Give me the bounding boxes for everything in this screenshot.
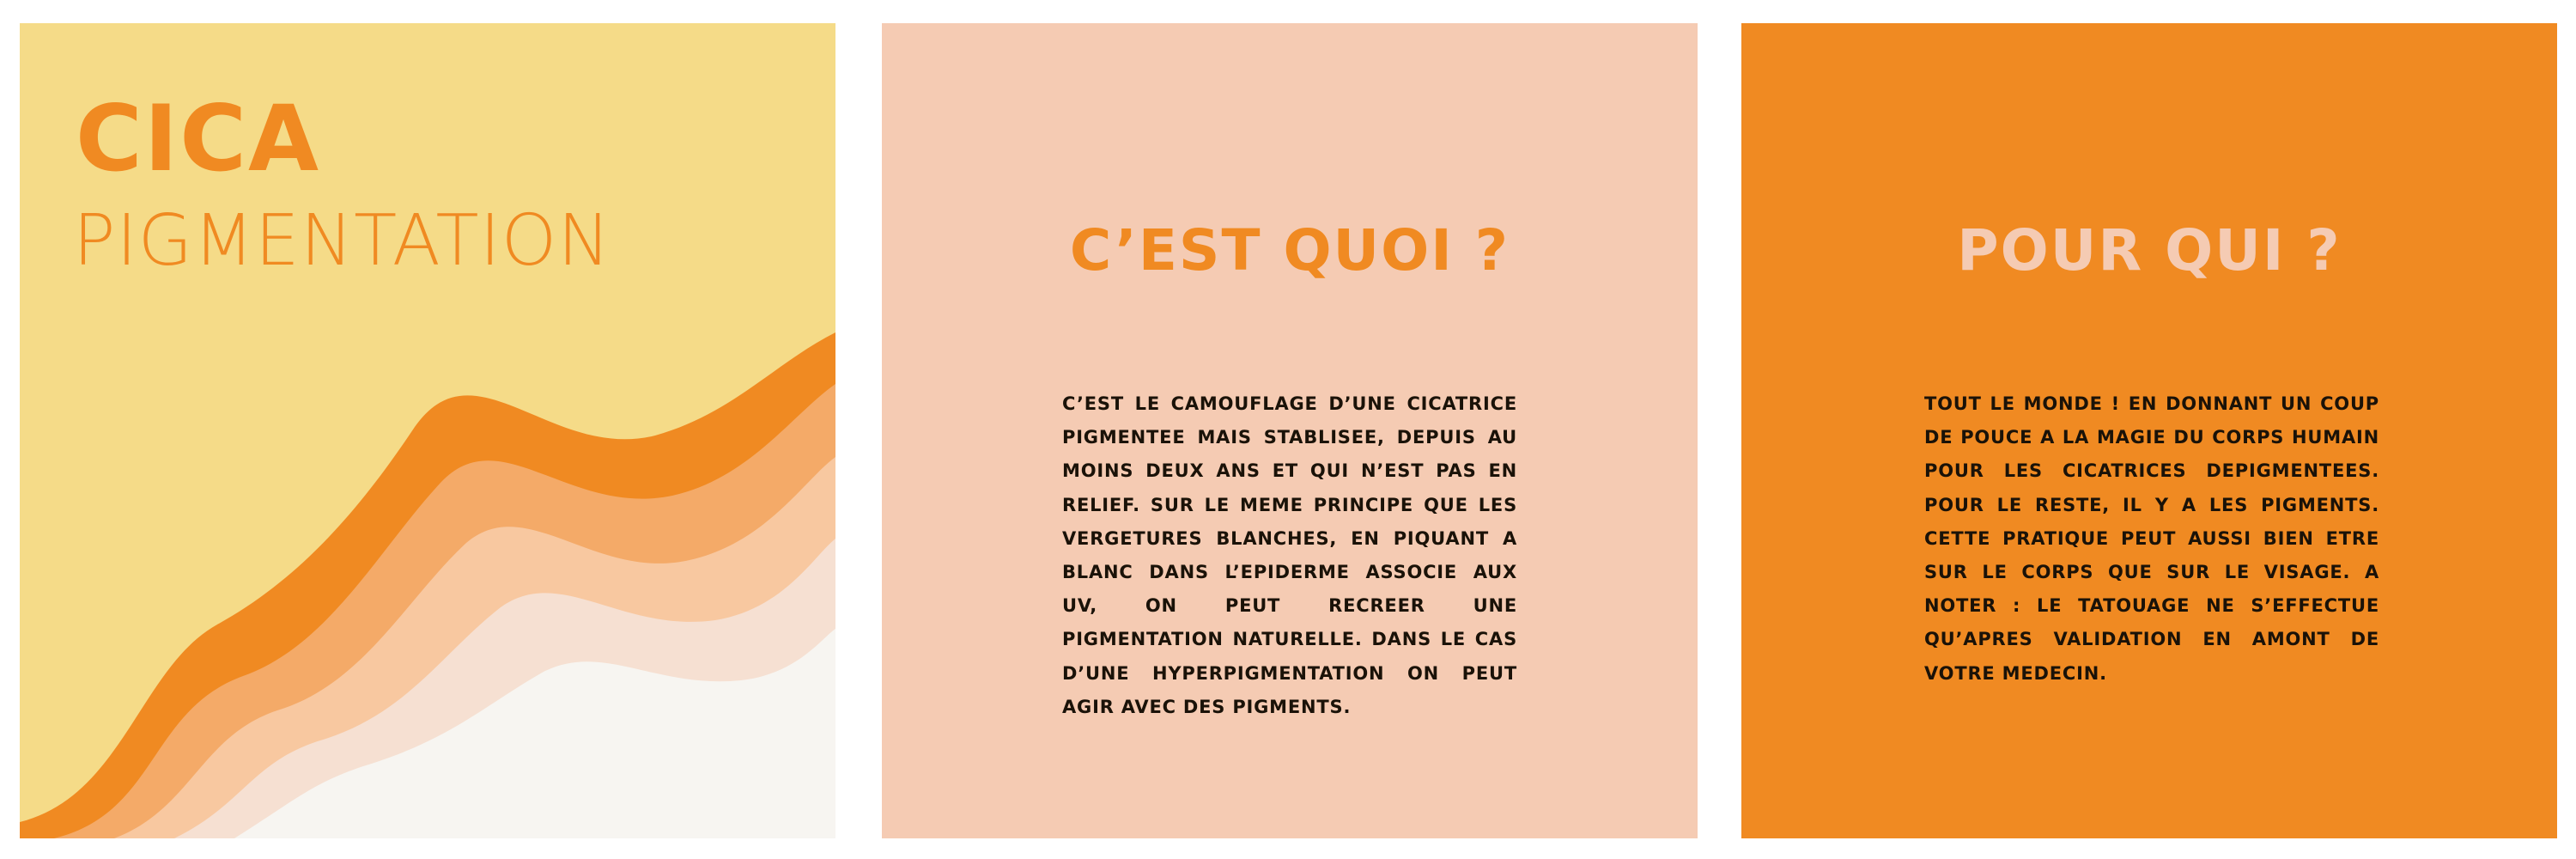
what-is-it-panel: C’EST QUOI ? C’EST LE CAMOUFLAGE D’UNE C… xyxy=(882,23,1698,838)
body-cest-quoi: C’EST LE CAMOUFLAGE D’UNE CICATRICE PIGM… xyxy=(1062,393,1517,717)
for-whom-panel: POUR QUI ? TOUT LE MONDE ! EN DONNANT UN… xyxy=(1741,23,2557,838)
cica-pigmentation-panel: CICA PIGMENTATION xyxy=(20,23,835,838)
heading-pour-qui: POUR QUI ? xyxy=(1957,217,2342,283)
heading-cest-quoi: C’EST QUOI ? xyxy=(1069,217,1510,283)
subtitle-pigmentation: PIGMENTATION xyxy=(73,200,611,282)
body-pour-qui: TOUT LE MONDE ! EN DONNANT UN COUP DE PO… xyxy=(1924,393,2379,684)
title-cica: CICA xyxy=(76,86,321,192)
